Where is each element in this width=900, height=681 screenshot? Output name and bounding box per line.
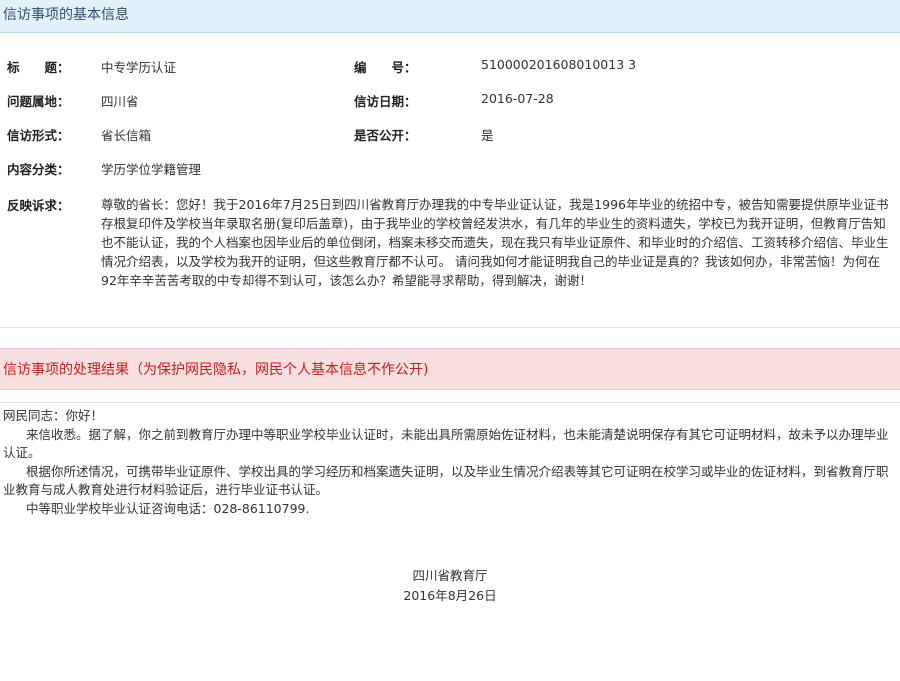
category-value: 学历学位学籍管理 [101,162,202,177]
info-row-category: 内容分类： 学历学位学籍管理 [0,150,900,184]
section-divider [0,327,900,328]
title-label: 标 题： [7,60,70,75]
form-value: 省长信箱 [101,128,152,143]
info-row-region: 问题属地： 四川省 信访日期： 2016-07-28 [0,82,900,116]
number-value: 510000201608010013 3 [481,57,637,72]
form-label: 信访形式： [7,128,70,143]
reply-paragraph-3: 中等职业学校毕业认证咨询电话：028-86110799. [26,500,310,516]
complaint-text: 尊敬的省长：您好！我于2016年7月25日到四川省教育厅办理我的中专毕业证认证，… [101,197,889,288]
signature-org: 四川省教育厅 [412,568,488,583]
date-label: 信访日期： [354,94,417,109]
signature-date: 2016年8月26日 [403,588,497,603]
basic-info-header: 信访事项的基本信息 [0,0,900,33]
category-label: 内容分类： [7,162,70,177]
result-header: 信访事项的处理结果（为保护网民隐私，网民个人基本信息不作公开) [0,348,900,390]
reply-body: 网民同志：你好！ 来信收悉。据了解，你之前到教育厅办理中等职业学校毕业认证时，未… [0,402,900,518]
info-row-title: 标 题： 中专学历认证 编 号： 510000201608010013 3 [0,48,900,82]
reply-greeting: 网民同志：你好！ [3,408,104,423]
public-value: 是 [481,128,494,143]
public-label: 是否公开： [354,128,417,143]
title-value: 中专学历认证 [101,60,177,75]
region-value: 四川省 [101,94,139,109]
region-label: 问题属地： [7,94,70,109]
info-row-form: 信访形式： 省长信箱 是否公开： 是 [0,116,900,150]
reply-paragraph-1: 来信收悉。据了解，你之前到教育厅办理中等职业学校毕业认证时，未能出具所需原始佐证… [3,426,889,461]
basic-info-table: 标 题： 中专学历认证 编 号： 510000201608010013 3 问题… [0,48,900,184]
number-label: 编 号： [354,60,417,75]
complaint-label: 反映诉求： [7,198,70,213]
date-value: 2016-07-28 [481,91,554,106]
reply-paragraph-2: 根据你所述情况，可携带毕业证原件、学校出具的学习经历和档案遗失证明，以及毕业生情… [3,463,889,498]
